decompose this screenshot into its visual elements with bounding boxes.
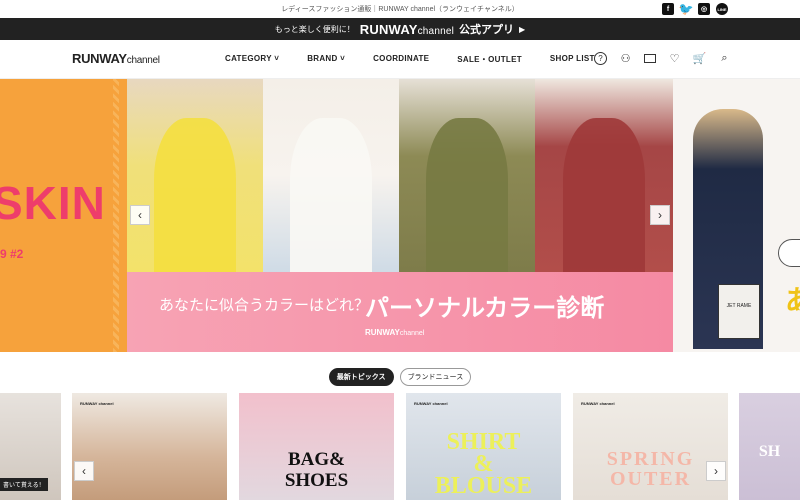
model-figure <box>562 117 646 272</box>
banner-logo-main: RUNWAY <box>365 328 400 337</box>
nav-icons: ? ⚇ ♡ 🛒 ⌕ <box>594 52 731 65</box>
topic-card[interactable]: SH <box>739 393 800 500</box>
slide-prev-title: SKIN <box>0 177 106 229</box>
site-logo[interactable]: RUNWAYchannel <box>72 51 160 66</box>
hero-photo-olive <box>399 79 535 272</box>
topic-card[interactable]: 書いて貰える！ <box>0 393 61 500</box>
banner-logo-sub: channel <box>399 330 425 337</box>
model-figure <box>290 117 372 272</box>
slide-next-button-shape <box>778 239 800 267</box>
card-title: SPRING OUTER <box>606 448 695 490</box>
nav-item-category[interactable]: CATEGORY ˅ <box>225 54 279 65</box>
app-promo-brand: RUNWAYchannel <box>360 22 454 37</box>
hero-next-button[interactable]: › <box>650 205 670 225</box>
topic-card[interactable]: RUNWAY channel SHIRT & BLOUSE <box>406 393 561 500</box>
app-promo-label: 公式アプリ <box>459 24 515 36</box>
tab-latest-topics[interactable]: 最新トピックス <box>328 368 394 386</box>
card-label: 書いて貰える！ <box>0 478 48 491</box>
banner-logo: RUNWAYchannel <box>365 328 424 337</box>
banner-title: パーソナルカラー診断 <box>365 295 605 322</box>
hero-banner: あなたに似合うカラーはどれ？ パーソナルカラー診断 RUNWAYchannel <box>127 272 673 352</box>
card-brand: RUNWAY channel <box>414 401 448 406</box>
logo-sub: channel <box>126 55 160 66</box>
cards-next-button[interactable]: › <box>706 461 726 481</box>
hero-slide-prev[interactable]: SKIN 9 #2 <box>0 79 127 352</box>
user-icon[interactable]: ⚇ <box>619 52 632 65</box>
slide-stripe <box>113 79 119 352</box>
hero-slide-current[interactable]: あなたに似合うカラーはどれ？ パーソナルカラー診断 RUNWAYchannel <box>127 79 673 352</box>
social-links: f 🐦 ◎ LINE <box>662 2 728 16</box>
nav-item-brand[interactable]: BRAND ˅ <box>307 54 345 65</box>
hero-carousel: SKIN 9 #2 あなたに似合うカラーはどれ？ パーソナルカラー診断 RUNW… <box>0 79 800 352</box>
card-title: SH <box>758 443 781 460</box>
tab-brand-news[interactable]: ブランドニュース <box>399 368 472 386</box>
cards-prev-button[interactable]: ‹ <box>74 461 94 481</box>
card-title: BAG& SHOES <box>284 449 349 491</box>
logo-main: RUNWAY <box>72 51 127 66</box>
hero-photo-white <box>263 79 399 272</box>
model-figure <box>426 117 508 272</box>
card-title: SHIRT & BLOUSE <box>434 429 533 499</box>
topic-tabs: 最新トピックス ブランドニュース <box>0 368 800 386</box>
chevron-right-icon: ▶ <box>519 24 526 34</box>
mail-icon[interactable] <box>644 54 656 63</box>
site-tagline: レディースファッション通販｜RUNWAY channel（ランウェイチャンネル） <box>281 6 519 13</box>
app-brand-sub: channel <box>417 25 455 37</box>
topic-card[interactable]: RUNWAY channel <box>72 393 227 500</box>
model-figure <box>154 117 236 272</box>
slide-prev-sub: 9 #2 <box>0 247 24 261</box>
tote-bag: JET RAME <box>718 284 760 339</box>
search-icon[interactable]: ⌕ <box>718 52 731 65</box>
topic-carousel: 書いて貰える！ RUNWAY channel BAG& SHOES RUNWAY… <box>0 393 800 500</box>
nav-menu: CATEGORY ˅ BRAND ˅ COORDINATE SALE・OUTLE… <box>225 54 595 65</box>
hero-slide-next[interactable]: JET RAME あ <box>673 79 800 352</box>
heart-icon[interactable]: ♡ <box>668 52 681 65</box>
main-nav: RUNWAYchannel CATEGORY ˅ BRAND ˅ COORDIN… <box>0 40 800 79</box>
topic-card[interactable]: RUNWAY channel SPRING OUTER <box>573 393 728 500</box>
cart-icon[interactable]: 🛒 <box>693 52 707 65</box>
card-brand: RUNWAY channel <box>581 401 615 406</box>
card-brand: RUNWAY channel <box>80 401 114 406</box>
app-brand-main: RUNWAY <box>359 21 418 37</box>
hero-prev-button[interactable]: ‹ <box>130 205 150 225</box>
line-icon[interactable]: LINE <box>716 3 728 15</box>
top-strip: レディースファッション通販｜RUNWAY channel（ランウェイチャンネル）… <box>0 0 800 18</box>
nav-item-sale-outlet[interactable]: SALE・OUTLET <box>457 54 522 65</box>
slide-next-title: あ <box>785 285 800 316</box>
app-promo-pretext: もっと楽しく便利に！ <box>274 24 355 34</box>
hero-photo-yellow <box>127 79 263 272</box>
nav-item-coordinate[interactable]: COORDINATE <box>373 54 429 65</box>
hero-photo-red <box>535 79 673 272</box>
topic-card[interactable]: BAG& SHOES <box>239 393 394 500</box>
instagram-icon[interactable]: ◎ <box>698 3 710 15</box>
twitter-icon[interactable]: 🐦 <box>679 2 694 16</box>
banner-question: あなたに似合うカラーはどれ？ <box>159 297 370 314</box>
app-promo-bar[interactable]: もっと楽しく便利に！ RUNWAYchannel 公式アプリ ▶ <box>0 18 800 40</box>
help-icon[interactable]: ? <box>594 52 607 65</box>
facebook-icon[interactable]: f <box>662 3 674 15</box>
nav-item-shop-list[interactable]: SHOP LIST <box>550 54 595 65</box>
